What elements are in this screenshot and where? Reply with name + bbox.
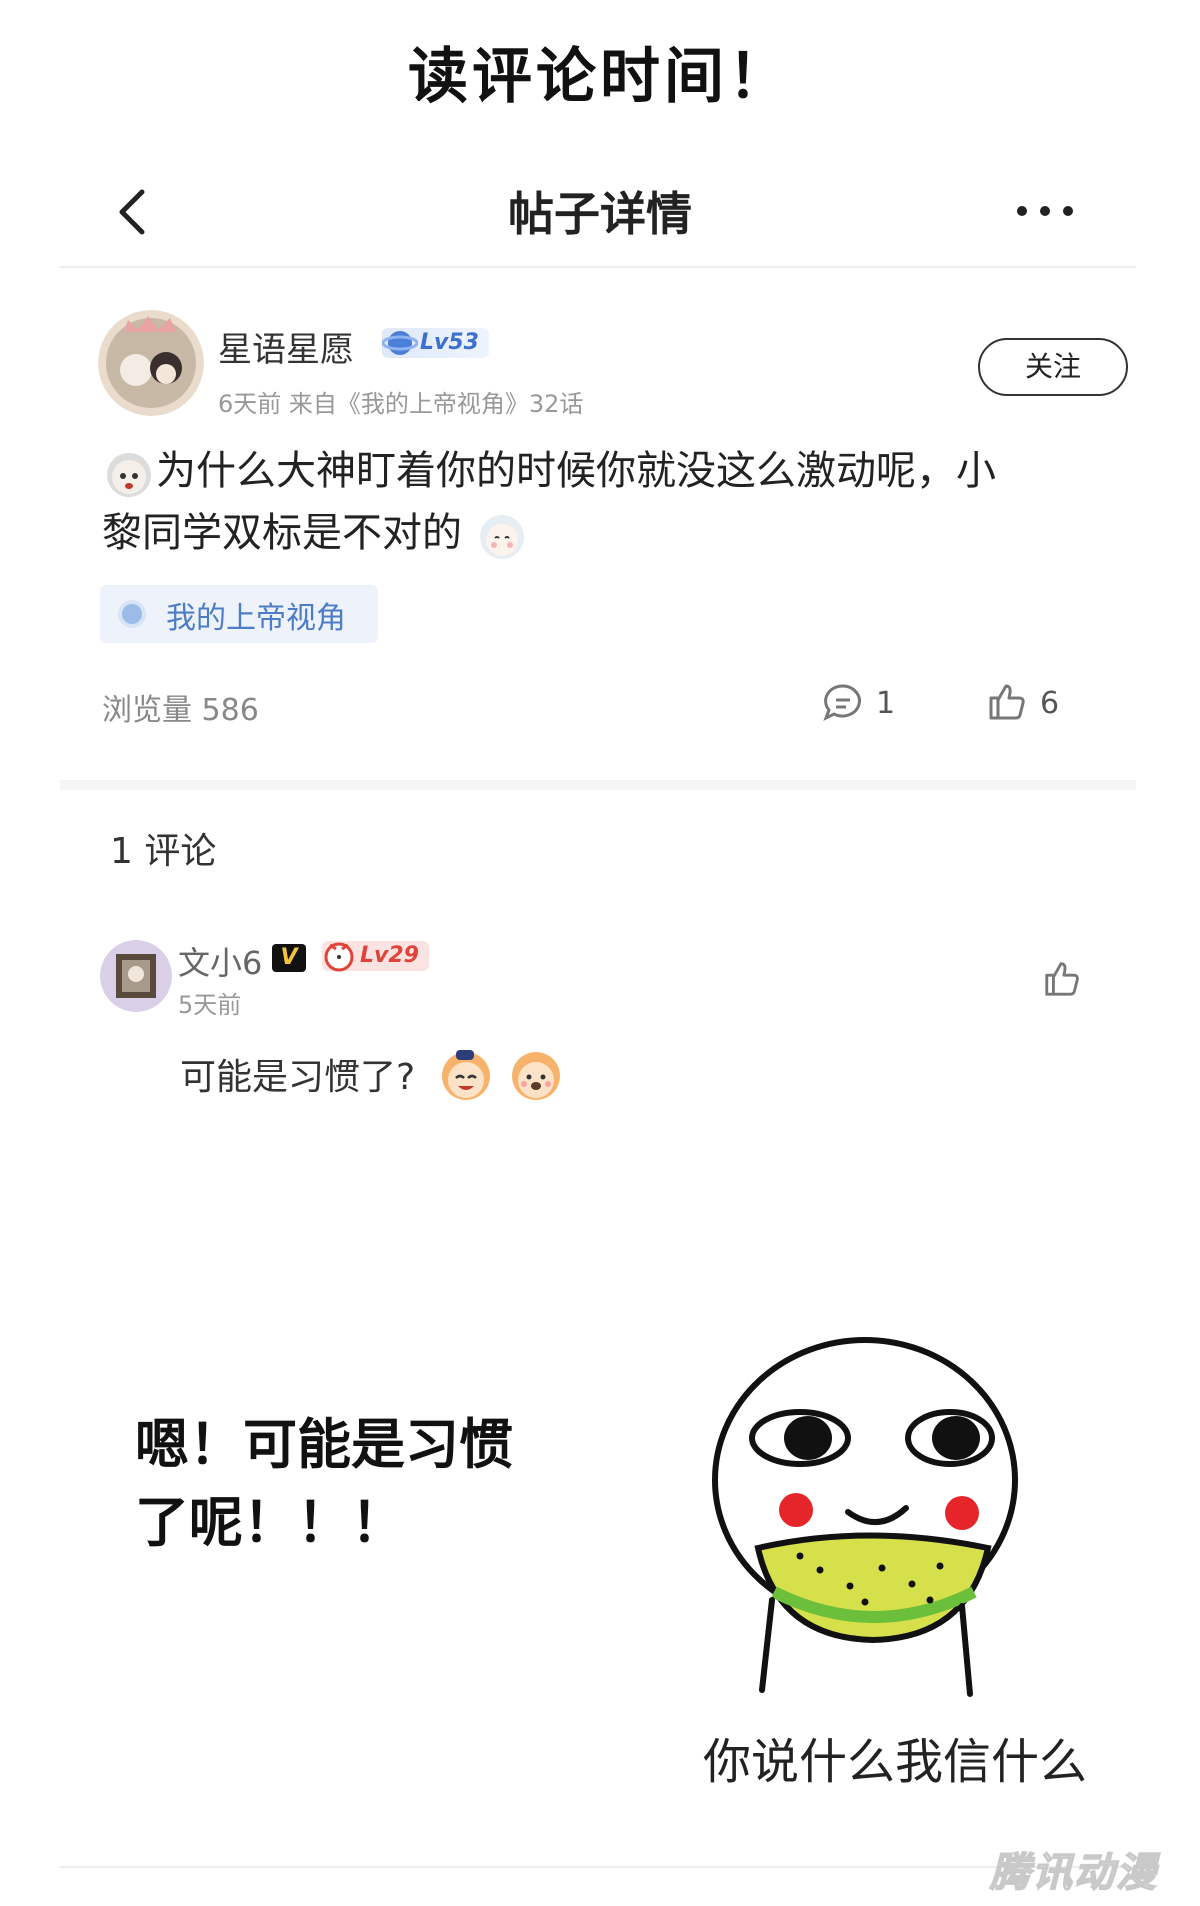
meme-caption-left: 嗯！可能是习惯 了呢！！！ (135, 1405, 513, 1561)
post-text-line2: 黎同学双标是不对的 (102, 510, 462, 556)
post-body: 为什么大神盯着你的时候你就没这么激动呢，小 黎同学双标是不对的 (102, 440, 1082, 564)
banner-title: 读评论时间！ (408, 42, 792, 112)
commenter-avatar[interactable] (100, 940, 172, 1012)
section-divider (60, 780, 1136, 790)
comment-icon[interactable] (822, 682, 864, 724)
meme-caption-right: 你说什么我信什么 (702, 1734, 1087, 1790)
commenter-level-badge: Lv29 (322, 941, 429, 972)
sticker-emoji-icon (102, 446, 156, 500)
sticker-laughing-icon (436, 1044, 496, 1104)
commenter-name[interactable]: 文小6 (178, 938, 262, 984)
comment-like-icon[interactable] (1042, 958, 1082, 998)
divider (60, 266, 1136, 268)
meme-line2: 了呢！！！ (135, 1490, 405, 1554)
post-text-line1: 为什么大神盯着你的时候你就没这么激动呢，小 (156, 448, 996, 494)
level-clock-icon (324, 942, 354, 972)
sticker-dog-icon (506, 1044, 566, 1104)
like-thumb-icon[interactable] (986, 680, 1028, 722)
topic-tag[interactable]: 我的上帝视角 (100, 585, 378, 643)
author-name[interactable]: 星语星愿 (218, 322, 354, 371)
more-options-icon[interactable] (1010, 196, 1080, 226)
tag-dot-icon (122, 604, 142, 624)
follow-button[interactable]: 关注 (978, 338, 1128, 396)
author-avatar[interactable] (98, 310, 204, 416)
view-count: 浏览量 586 (102, 693, 259, 728)
watermark-logo: 腾讯动漫 (989, 1849, 1158, 1897)
like-count: 6 (1040, 686, 1060, 721)
vip-badge: V (272, 944, 306, 972)
tag-label: 我的上帝视角 (166, 601, 346, 636)
meme-face-illustration (700, 1330, 1030, 1700)
level-badge: Lv53 (382, 328, 489, 358)
comments-header: 1 评论 (110, 831, 217, 872)
level-planet-icon (382, 331, 418, 355)
sticker-emoji-icon (475, 508, 529, 562)
comment-body: 可能是习惯了? (180, 1057, 416, 1098)
post-meta: 6天前 来自《我的上帝视角》32话 (218, 390, 584, 418)
bottom-divider (60, 1866, 1136, 1868)
meme-line1: 嗯！可能是习惯 (135, 1412, 513, 1476)
comment-time: 5天前 (178, 991, 242, 1019)
comment-count: 1 (876, 686, 896, 721)
